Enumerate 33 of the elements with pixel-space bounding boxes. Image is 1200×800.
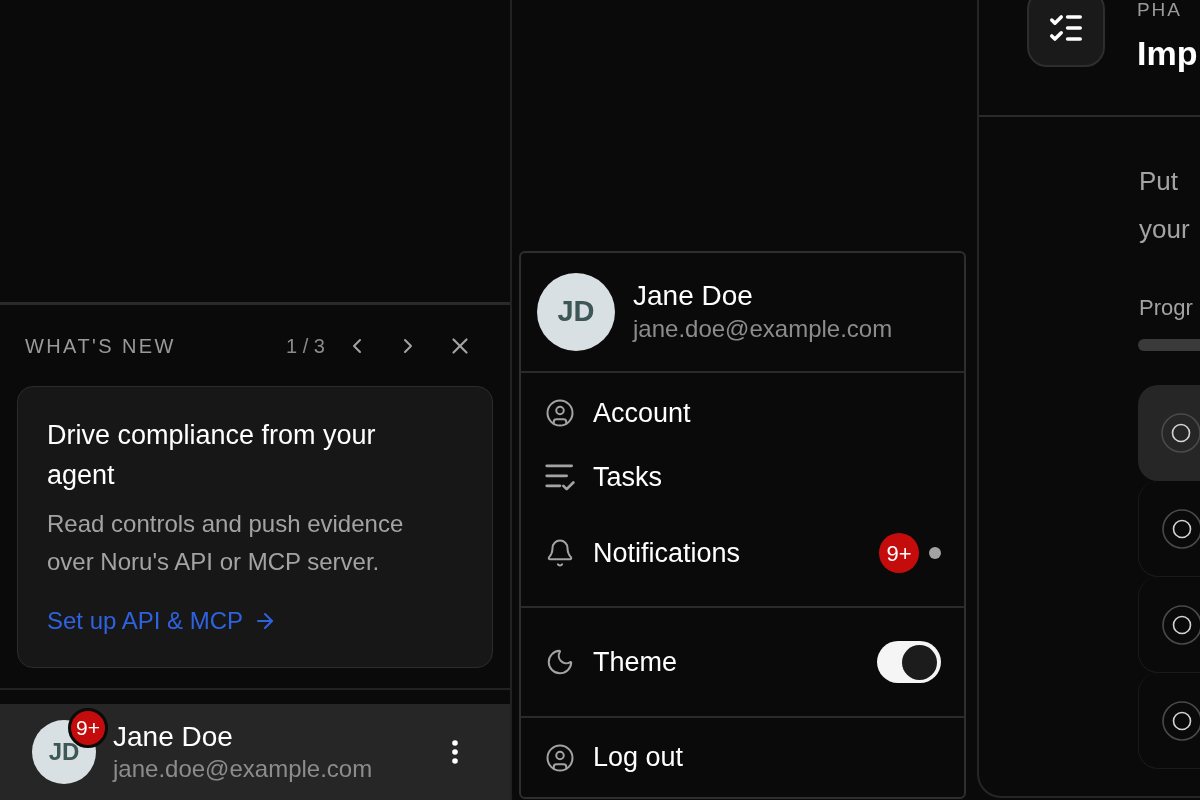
radio-ring-icon — [1162, 508, 1200, 549]
progress-label: Progr — [1139, 294, 1193, 322]
user-circle-icon — [545, 742, 575, 773]
bell-icon — [545, 538, 575, 568]
description-text: your — [1139, 213, 1190, 246]
notification-badge: 9+ — [879, 533, 919, 573]
checklist-tile-icon — [1027, 0, 1105, 67]
user-email: jane.doe@example.com — [113, 754, 373, 784]
menu-item[interactable]: Log out — [521, 725, 964, 790]
user-email: jane.doe@example.com — [633, 314, 893, 344]
menu-item[interactable]: Theme — [521, 630, 964, 694]
section-heading: WHAT'S NEW — [25, 333, 176, 359]
menu-item[interactable]: Notifications 9+ — [521, 521, 964, 585]
menu-item[interactable]: Tasks — [521, 445, 964, 509]
radio-ring-icon — [1161, 413, 1200, 453]
user-name: Jane Doe — [113, 720, 234, 754]
user-name: Jane Doe — [633, 279, 754, 313]
card-description: Read controls and push evidence over Noru's API or MCP server. — [47, 509, 405, 577]
description-text: Put — [1139, 165, 1179, 198]
radio-ring-icon — [1162, 604, 1200, 645]
progress-track — [1138, 339, 1200, 351]
page-title: Imp — [1137, 33, 1198, 73]
phase-overline: PHA — [1137, 0, 1182, 19]
user-circle-icon — [545, 398, 575, 428]
moon-icon — [545, 647, 575, 677]
avatar: JD — [537, 273, 615, 351]
radio-ring-icon — [1162, 700, 1200, 741]
kebab-menu-icon — [452, 740, 458, 764]
pager-count: 1 / 3 — [286, 333, 325, 359]
menu-item[interactable]: Account — [521, 381, 964, 445]
list-check-icon — [545, 463, 575, 491]
theme-toggle[interactable] — [877, 641, 941, 683]
card-title: Drive compliance from your agent — [47, 419, 377, 492]
